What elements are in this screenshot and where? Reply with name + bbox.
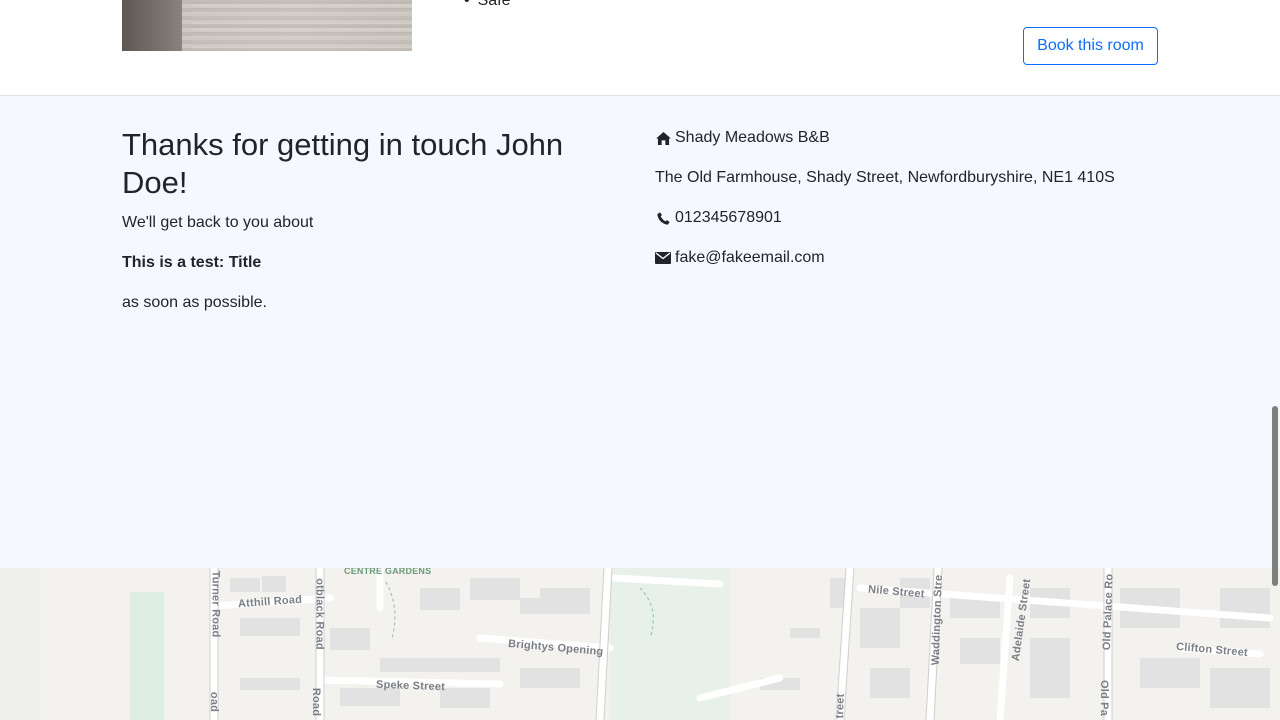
map-tiles	[0, 568, 1274, 720]
business-address: The Old Farmhouse, Shady Street, Newford…	[655, 169, 1115, 186]
business-phone-line: 012345678901	[655, 208, 782, 228]
business-email-line: fake@fakeemail.com	[655, 248, 825, 268]
bullet-icon: •	[464, 0, 470, 9]
scrollbar-thumb[interactable]	[1272, 406, 1278, 586]
message-intro: We'll get back to you about	[122, 214, 314, 231]
map-label-turner-road: Turner Road	[209, 570, 222, 638]
map-label-road-fragment-2: Road	[310, 687, 323, 717]
map-label-blackroad: otblack Road	[313, 578, 326, 650]
business-email: fake@fakeemail.com	[675, 249, 825, 266]
map-label-street-fragment: treet	[833, 693, 847, 719]
room-card: • Safe Book this room	[0, 0, 1280, 96]
thanks-heading: Thanks for getting in touch John Doe!	[122, 127, 564, 200]
message-outro: as soon as possible.	[122, 294, 267, 311]
page-scrollbar[interactable]	[1270, 0, 1280, 720]
location-map[interactable]: CENTRE GARDENS Atthill Road Turner Road …	[0, 568, 1280, 720]
business-name: Shady Meadows B&B	[675, 129, 830, 146]
amenity-item: • Safe	[464, 0, 511, 10]
room-image	[122, 0, 412, 51]
map-label-old-pa: Old Pa	[1098, 679, 1111, 717]
business-name-line: Shady Meadows B&B	[655, 128, 830, 148]
map-label-centre-gardens: CENTRE GARDENS	[344, 568, 432, 576]
book-room-button[interactable]: Book this room	[1023, 27, 1158, 65]
message-subject: This is a test: Title	[122, 254, 262, 271]
phone-icon	[655, 210, 671, 226]
map-label-road-fragment: oad	[208, 691, 221, 713]
business-phone: 012345678901	[675, 209, 782, 226]
amenity-label: Safe	[477, 0, 511, 9]
contact-section: Thanks for getting in touch John Doe! We…	[0, 96, 1280, 568]
home-icon	[655, 130, 671, 146]
envelope-icon	[655, 250, 671, 266]
map-label-speke-street: Speke Street	[375, 678, 446, 694]
